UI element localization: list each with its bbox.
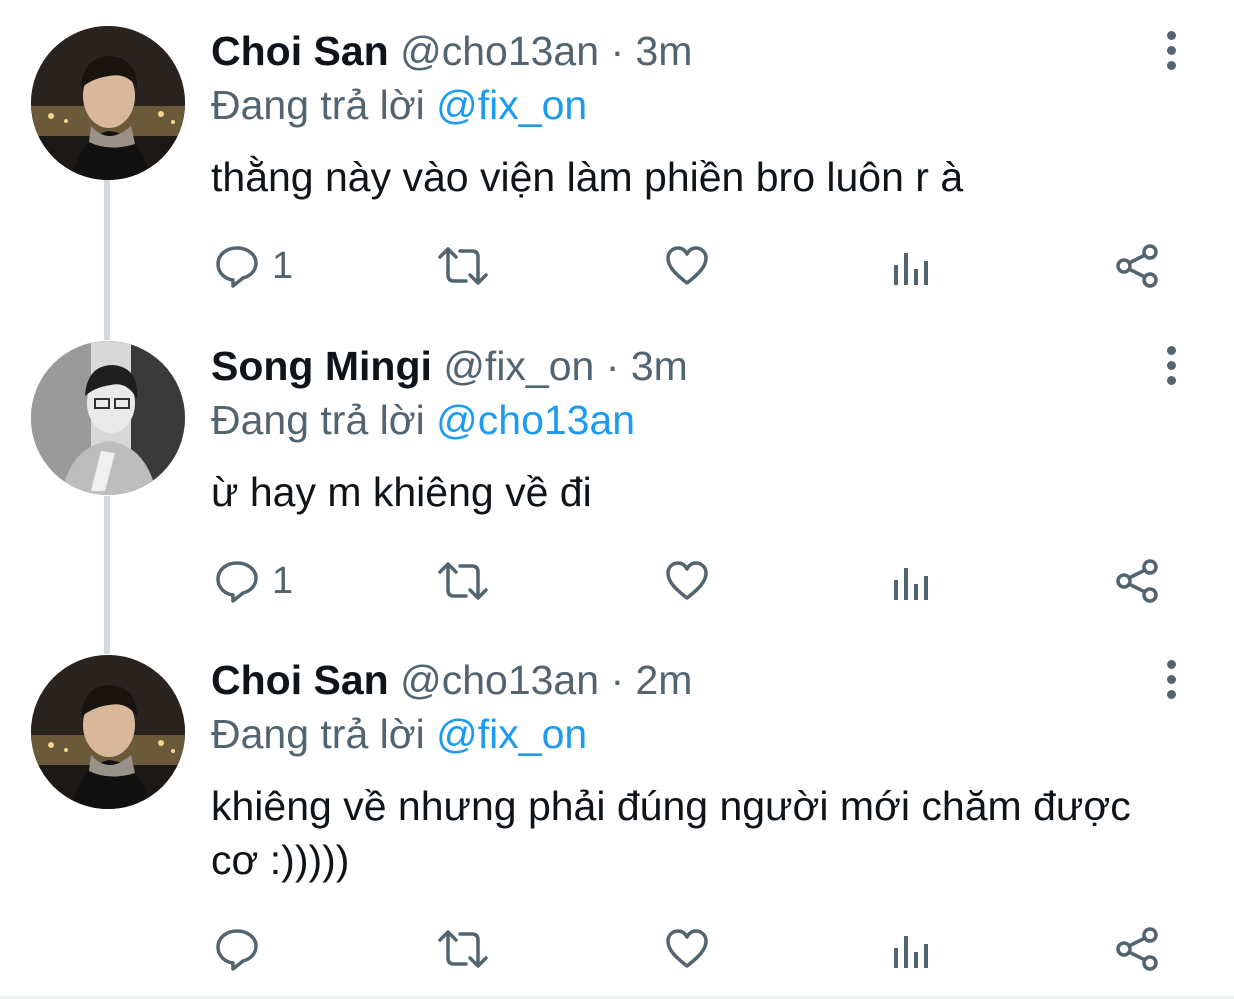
separator-dot: · bbox=[610, 657, 625, 703]
display-name[interactable]: Choi San bbox=[211, 657, 389, 703]
more-options-button[interactable] bbox=[1150, 651, 1192, 707]
display-name[interactable]: Choi San bbox=[211, 28, 389, 74]
more-options-button[interactable] bbox=[1150, 337, 1192, 393]
share-icon bbox=[1116, 559, 1158, 603]
separator-dot: · bbox=[610, 28, 625, 74]
analytics-button[interactable] bbox=[892, 555, 932, 607]
profile-photo-monochrome bbox=[31, 341, 185, 495]
replying-to-mention[interactable]: @fix_on bbox=[436, 82, 587, 128]
tweet-actions: 1 bbox=[0, 555, 1234, 607]
retweet-button[interactable] bbox=[436, 240, 490, 292]
replying-to-mention[interactable]: @fix_on bbox=[436, 711, 587, 757]
user-handle[interactable]: @cho13an bbox=[400, 28, 599, 74]
retweet-icon bbox=[438, 247, 488, 285]
reply-button[interactable]: 1 bbox=[214, 240, 293, 292]
like-button[interactable] bbox=[664, 555, 710, 607]
separator-dot: · bbox=[605, 343, 620, 389]
tweet[interactable]: Choi San @cho13an · 3m Đang trả lời @fix… bbox=[0, 26, 1234, 316]
tweet-text: khiêng về nhưng phải đúng người mới chăm… bbox=[211, 783, 1131, 883]
reply-button[interactable] bbox=[214, 923, 272, 975]
replying-to: Đang trả lời @cho13an bbox=[211, 395, 635, 445]
replying-to: Đang trả lời @fix_on bbox=[211, 709, 587, 759]
more-vertical-icon bbox=[1166, 659, 1176, 669]
tweet-header: Song Mingi @fix_on · 3m bbox=[211, 341, 688, 391]
timestamp[interactable]: 2m bbox=[636, 657, 693, 703]
avatar[interactable] bbox=[31, 341, 185, 495]
replying-to-label: Đang trả lời bbox=[211, 397, 425, 443]
avatar[interactable] bbox=[31, 655, 185, 809]
profile-photo-color bbox=[31, 655, 185, 809]
like-icon bbox=[666, 929, 708, 968]
reply-button[interactable]: 1 bbox=[214, 555, 293, 607]
like-icon bbox=[666, 246, 708, 285]
reply-count: 1 bbox=[272, 560, 294, 602]
display-name[interactable]: Song Mingi bbox=[211, 343, 432, 389]
tweet[interactable]: Song Mingi @fix_on · 3m Đang trả lời @ch… bbox=[0, 341, 1234, 631]
retweet-button[interactable] bbox=[436, 555, 490, 607]
tweet[interactable]: Choi San @cho13an · 2m Đang trả lời @fix… bbox=[0, 655, 1234, 985]
share-icon bbox=[1116, 927, 1158, 971]
analytics-icon bbox=[894, 936, 928, 968]
tweet-text: ừ hay m khiêng về đi bbox=[211, 469, 592, 515]
analytics-icon bbox=[894, 253, 928, 285]
reply-count: 1 bbox=[272, 245, 294, 287]
timestamp[interactable]: 3m bbox=[636, 28, 693, 74]
user-handle[interactable]: @cho13an bbox=[400, 657, 599, 703]
replying-to: Đang trả lời @fix_on bbox=[211, 80, 587, 130]
user-handle[interactable]: @fix_on bbox=[443, 343, 594, 389]
share-icon bbox=[1116, 244, 1158, 288]
share-button[interactable] bbox=[1114, 555, 1160, 607]
timestamp[interactable]: 3m bbox=[631, 343, 688, 389]
like-button[interactable] bbox=[664, 240, 710, 292]
share-button[interactable] bbox=[1114, 240, 1160, 292]
analytics-icon bbox=[894, 568, 928, 600]
analytics-button[interactable] bbox=[892, 923, 932, 975]
retweet-icon bbox=[438, 562, 488, 600]
more-vertical-icon bbox=[1166, 30, 1176, 40]
profile-photo-color bbox=[31, 26, 185, 180]
tweet-actions: 1 bbox=[0, 240, 1234, 292]
like-button[interactable] bbox=[664, 923, 710, 975]
share-button[interactable] bbox=[1114, 923, 1160, 975]
tweet-actions bbox=[0, 923, 1234, 975]
retweet-icon bbox=[438, 930, 488, 968]
retweet-button[interactable] bbox=[436, 923, 490, 975]
more-vertical-icon bbox=[1166, 345, 1176, 355]
replying-to-mention[interactable]: @cho13an bbox=[436, 397, 635, 443]
more-options-button[interactable] bbox=[1150, 22, 1192, 78]
reply-icon bbox=[216, 929, 258, 971]
analytics-button[interactable] bbox=[892, 240, 932, 292]
tweet-header: Choi San @cho13an · 2m bbox=[211, 655, 692, 705]
tweet-header: Choi San @cho13an · 3m bbox=[211, 26, 692, 76]
reply-icon bbox=[216, 561, 258, 603]
replying-to-label: Đang trả lời bbox=[211, 711, 425, 757]
reply-icon bbox=[216, 246, 258, 288]
avatar[interactable] bbox=[31, 26, 185, 180]
like-icon bbox=[666, 561, 708, 600]
replying-to-label: Đang trả lời bbox=[211, 82, 425, 128]
tweet-text: thằng này vào viện làm phiền bro luôn r … bbox=[211, 154, 964, 200]
